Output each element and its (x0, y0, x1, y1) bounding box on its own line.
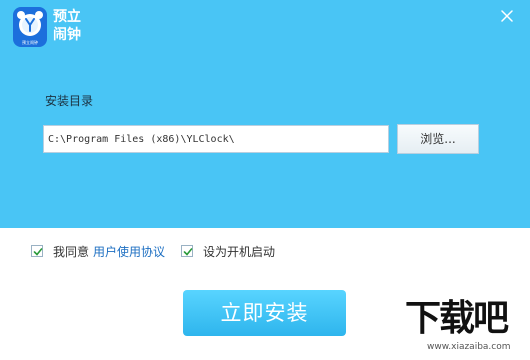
agree-option: 我同意 用户使用协议 (31, 242, 165, 260)
autostart-checkbox[interactable] (181, 245, 193, 257)
watermark: 下载吧 www.xiazaiba.com (405, 298, 527, 358)
checkmark-icon (183, 248, 193, 256)
browse-button[interactable]: 浏览... (397, 124, 479, 154)
logo-caption: 预立闹钟 (22, 39, 38, 45)
close-button[interactable] (497, 6, 517, 26)
checkmark-icon (33, 248, 43, 256)
alarm-clock-icon: 预立闹钟 (17, 11, 43, 45)
app-title: 预立 闹钟 (53, 8, 97, 44)
install-path-input[interactable] (43, 125, 389, 153)
install-now-button[interactable]: 立即安装 (183, 290, 346, 336)
agree-checkbox[interactable] (31, 245, 43, 257)
autostart-option: 设为开机启动 (181, 242, 275, 260)
watermark-logo-text: 下载吧 (405, 298, 509, 339)
watermark-url: www.xiazaiba.com (427, 342, 511, 352)
autostart-label: 设为开机启动 (203, 244, 276, 259)
app-title-line1: 预立 (53, 9, 81, 25)
app-title-line2: 闹钟 (53, 27, 81, 43)
install-dir-label: 安装目录 (45, 94, 94, 108)
agreement-link[interactable]: 用户使用协议 (93, 243, 165, 260)
close-icon (501, 10, 513, 22)
agree-label: 我同意 (53, 244, 90, 259)
header-banner: 预立闹钟 预立 闹钟 安装目录 浏览... (0, 0, 530, 228)
app-logo: 预立闹钟 (13, 7, 47, 47)
installer-window: 预立闹钟 预立 闹钟 安装目录 浏览... 我同意 用户使用协议 (0, 0, 530, 360)
